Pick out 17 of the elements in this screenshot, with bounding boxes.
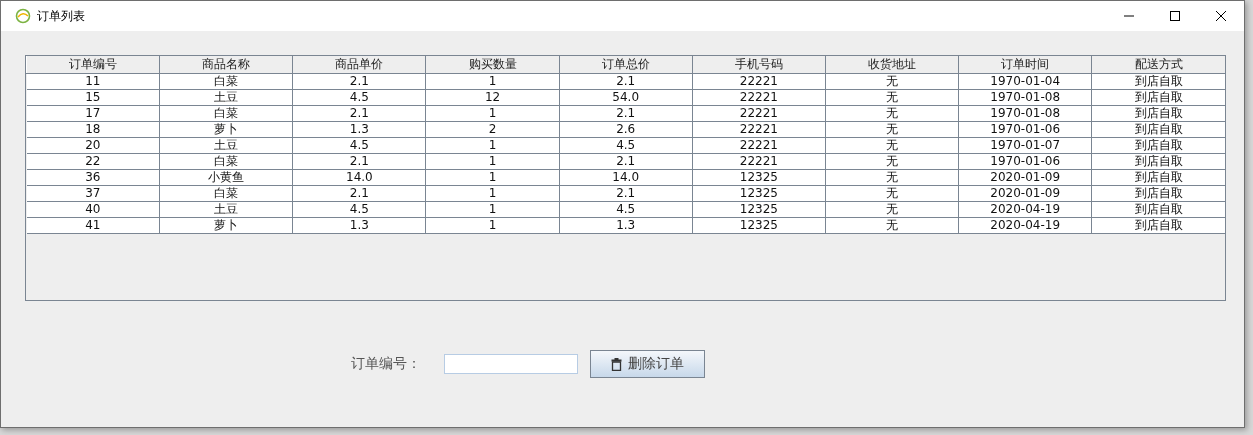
- order-number-label: 订单编号：: [351, 355, 422, 373]
- app-icon: [15, 8, 31, 24]
- column-header[interactable]: 订单时间: [958, 56, 1092, 74]
- delete-order-button[interactable]: 删除订单: [590, 350, 705, 378]
- trash-icon: [611, 357, 622, 371]
- column-header[interactable]: 手机号码: [692, 56, 826, 74]
- column-header[interactable]: 商品名称: [159, 56, 293, 74]
- column-header[interactable]: 商品单价: [292, 56, 426, 74]
- column-header[interactable]: 订单总价: [559, 56, 693, 74]
- window-title: 订单列表: [37, 7, 85, 25]
- maximize-icon: [1169, 10, 1181, 22]
- column-header[interactable]: 收货地址: [825, 56, 959, 74]
- order-number-field[interactable]: [444, 354, 578, 374]
- close-icon: [1215, 10, 1227, 22]
- column-header[interactable]: 订单编号: [26, 56, 160, 74]
- column-header[interactable]: 购买数量: [425, 56, 560, 74]
- column-header[interactable]: 配送方式: [1091, 56, 1225, 74]
